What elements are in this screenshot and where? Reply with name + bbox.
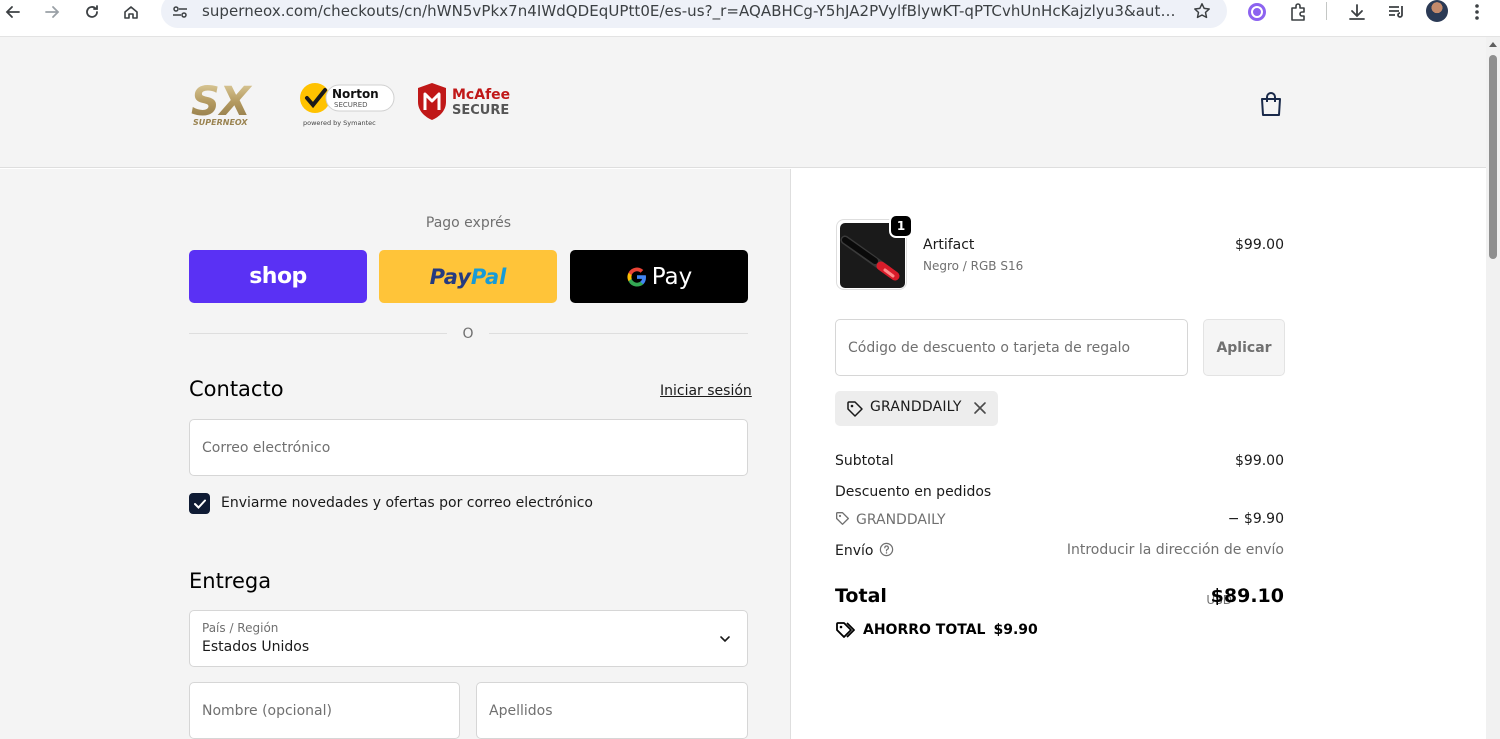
delivery-heading: Entrega bbox=[189, 569, 272, 593]
paypal-label-pay: Pay bbox=[429, 264, 471, 289]
chevron-down-icon bbox=[720, 636, 730, 643]
reload-icon[interactable] bbox=[80, 0, 104, 24]
remove-discount-icon[interactable] bbox=[972, 400, 988, 416]
scroll-up-arrow[interactable] bbox=[1489, 42, 1497, 47]
discount-value: − $9.90 bbox=[1227, 511, 1284, 527]
checkout-header: SX SUPERNEOX Norton SECURED powered by S… bbox=[0, 37, 1486, 168]
google-pay-button[interactable]: Pay bbox=[570, 250, 748, 303]
divider-or-text: O bbox=[462, 326, 474, 342]
discount-placeholder: Código de descuento o tarjeta de regalo bbox=[848, 339, 1131, 356]
total-label: Total bbox=[835, 585, 887, 607]
order-summary: 1 Artifact Negro / RGB S16 $99.00 Código… bbox=[792, 169, 1486, 739]
applied-code-text: GRANDDAILY bbox=[870, 399, 962, 415]
shop-pay-label: shop bbox=[249, 264, 307, 289]
url-text[interactable]: superneox.com/checkouts/cn/hWN5vPkx7n4IW… bbox=[202, 2, 1177, 20]
paypal-button[interactable]: Pay Pal bbox=[379, 250, 557, 303]
apply-discount-button[interactable]: Aplicar bbox=[1203, 319, 1285, 376]
browser-toolbar: superneox.com/checkouts/cn/hWN5vPkx7n4IW… bbox=[0, 0, 1500, 37]
checkmark-icon bbox=[193, 499, 206, 509]
help-circle-icon[interactable] bbox=[879, 542, 894, 557]
download-icon[interactable] bbox=[1345, 0, 1369, 24]
total-savings: AHORRO TOTAL $9.90 bbox=[835, 621, 1038, 639]
savings-label: AHORRO TOTAL bbox=[863, 622, 986, 638]
extension-icon[interactable] bbox=[1245, 0, 1269, 24]
login-link[interactable]: Iniciar sesión bbox=[660, 383, 752, 399]
norton-secured-text: SECURED bbox=[334, 101, 368, 109]
quantity-badge: 1 bbox=[889, 214, 913, 238]
savings-value: $9.90 bbox=[993, 622, 1038, 638]
profile-avatar[interactable] bbox=[1426, 0, 1448, 22]
shop-pay-button[interactable]: shop bbox=[189, 250, 367, 303]
country-value: Estados Unidos bbox=[202, 639, 310, 655]
divider-left bbox=[189, 333, 447, 334]
extensions-puzzle-icon[interactable] bbox=[1286, 0, 1310, 24]
discount-code-row: GRANDDAILY bbox=[835, 511, 946, 528]
superneox-logo[interactable]: SX SUPERNEOX bbox=[191, 79, 273, 127]
last-name-field[interactable]: Apellidos bbox=[476, 682, 748, 739]
express-checkout-title: Pago exprés bbox=[425, 215, 512, 231]
product-name: Artifact bbox=[923, 237, 975, 253]
norton-secured-badge: Norton SECURED powered by Symantec bbox=[298, 75, 398, 131]
mcafee-secure-badge: McAfee SECURE bbox=[416, 82, 522, 122]
shopping-bag-icon[interactable] bbox=[1258, 90, 1284, 118]
subtotal-label: Subtotal bbox=[835, 453, 894, 469]
subtotal-value: $99.00 bbox=[1235, 453, 1284, 469]
total-value: $89.10 bbox=[1210, 585, 1284, 607]
country-select[interactable]: País / Región Estados Unidos bbox=[189, 610, 748, 667]
brand-subtext: SUPERNEOX bbox=[193, 118, 248, 127]
email-field[interactable]: Correo electrónico bbox=[189, 419, 748, 476]
applied-discount-chip: GRANDDAILY bbox=[835, 391, 998, 426]
discount-code-text: GRANDDAILY bbox=[856, 512, 946, 528]
product-variant: Negro / RGB S16 bbox=[923, 259, 1024, 273]
paypal-label-pal: Pal bbox=[470, 264, 507, 289]
home-icon[interactable] bbox=[119, 0, 143, 24]
savings-tag-icon bbox=[836, 622, 855, 638]
contact-heading: Contacto bbox=[189, 377, 284, 401]
toolbar-separator bbox=[1326, 2, 1327, 20]
shipping-row: Envío bbox=[835, 542, 894, 559]
forward-arrow-icon[interactable] bbox=[40, 0, 64, 24]
newsletter-checkbox[interactable] bbox=[189, 493, 210, 514]
first-name-field[interactable]: Nombre (opcional) bbox=[189, 682, 460, 739]
shipping-label: Envío bbox=[835, 543, 874, 559]
newsletter-label[interactable]: Enviarme novedades y ofertas por correo … bbox=[221, 495, 593, 511]
country-label: País / Región bbox=[202, 621, 279, 635]
norton-powered-text: powered by Symantec bbox=[303, 119, 376, 127]
mcafee-text: McAfee bbox=[452, 87, 510, 103]
bookmark-star-icon[interactable] bbox=[1191, 0, 1213, 22]
discount-code-field[interactable]: Código de descuento o tarjeta de regalo bbox=[835, 319, 1188, 376]
back-arrow-icon[interactable] bbox=[1, 0, 25, 24]
last-name-placeholder: Apellidos bbox=[489, 702, 553, 719]
shipping-value: Introducir la dirección de envío bbox=[1066, 542, 1284, 558]
media-control-icon[interactable] bbox=[1385, 0, 1409, 24]
email-placeholder: Correo electrónico bbox=[202, 439, 331, 456]
mcafee-secure-text: SECURE bbox=[452, 103, 509, 118]
product-price: $99.00 bbox=[1235, 237, 1284, 253]
scrollbar-thumb[interactable] bbox=[1489, 55, 1497, 259]
google-pay-label: Pay bbox=[651, 263, 693, 290]
checkout-form: Pago exprés shop Pay Pal Pay O Contacto I… bbox=[0, 169, 791, 739]
divider-right bbox=[489, 333, 748, 334]
first-name-placeholder: Nombre (opcional) bbox=[202, 702, 332, 719]
tag-icon bbox=[847, 401, 863, 417]
menu-kebab-icon[interactable] bbox=[1465, 0, 1489, 24]
google-g-icon bbox=[627, 267, 646, 287]
norton-text: Norton bbox=[332, 87, 379, 101]
site-settings-icon[interactable] bbox=[171, 3, 189, 21]
tag-icon bbox=[836, 511, 849, 525]
address-bar[interactable]: superneox.com/checkouts/cn/hWN5vPkx7n4IW… bbox=[161, 0, 1227, 28]
order-discount-label: Descuento en pedidos bbox=[835, 484, 992, 500]
